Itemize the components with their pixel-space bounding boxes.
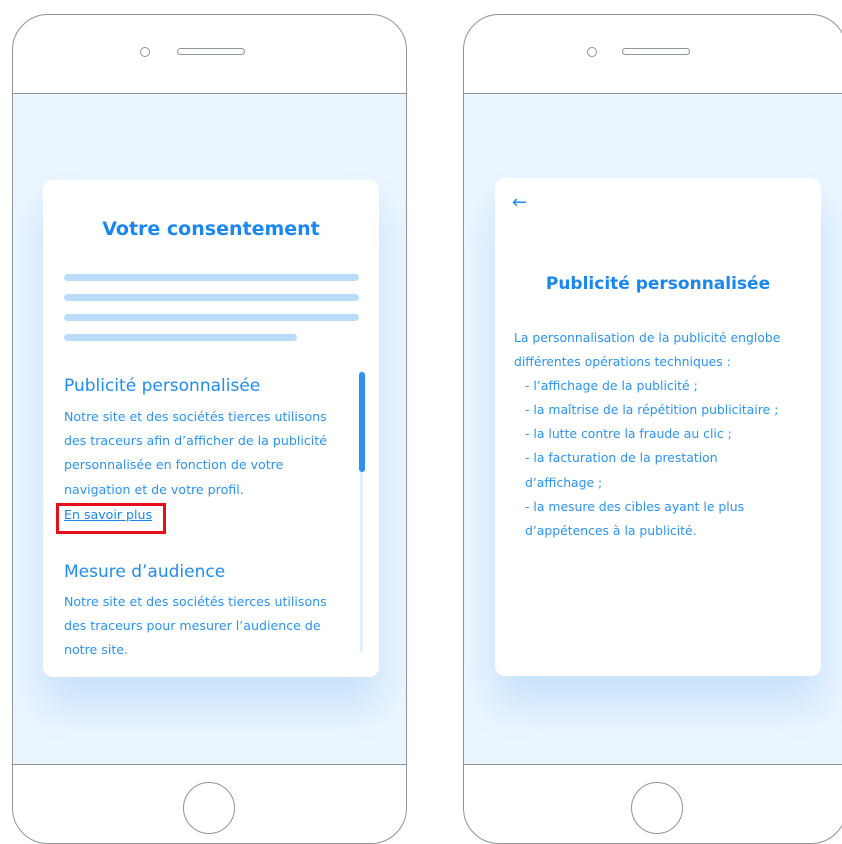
speaker-slot (622, 48, 690, 55)
detail-intro: La personnalisation de la publicité engl… (514, 330, 781, 370)
highlight-box (56, 503, 166, 534)
section-text-audience: Notre site et des sociétés tierces utili… (64, 594, 327, 658)
detail-item: - la lutte contre la fraude au clic ; (525, 426, 732, 442)
placeholder-line (64, 334, 297, 341)
detail-card: ← Publicité personnalisée La personnalis… (495, 178, 821, 676)
back-arrow-icon[interactable]: ← (512, 192, 527, 213)
phone-screen: ← Publicité personnalisée La personnalis… (464, 93, 842, 765)
detail-title: Publicité personnalisée (545, 274, 771, 294)
detail-item: - la mesure des cibles ayant le plus d’a… (525, 498, 745, 538)
section-heading-publicite: Publicité personnalisée (64, 376, 261, 396)
scrollbar-thumb[interactable] (359, 372, 365, 472)
home-button[interactable] (183, 782, 235, 834)
placeholder-line (64, 294, 359, 301)
detail-text: La personnalisation de la publicité engl… (514, 326, 814, 543)
section-heading-audience: Mesure d’audience (64, 562, 226, 582)
placeholder-line (64, 314, 359, 321)
camera-icon (587, 47, 597, 57)
phone-screen: Votre consentement Publicité personnalis… (13, 93, 406, 765)
speaker-slot (177, 48, 245, 55)
camera-icon (140, 47, 150, 57)
phone-right: ← Publicité personnalisée La personnalis… (463, 14, 842, 844)
detail-item: - la maîtrise de la répétition publicita… (525, 402, 779, 418)
phone-left: Votre consentement Publicité personnalis… (12, 14, 407, 844)
consent-title: Votre consentement (102, 218, 320, 240)
consent-card: Votre consentement Publicité personnalis… (43, 180, 379, 677)
section-text-publicite: Notre site et des sociétés tierces utili… (64, 409, 327, 497)
home-button[interactable] (631, 782, 683, 834)
detail-item: - l’affichage de la publicité ; (525, 378, 698, 394)
placeholder-line (64, 274, 359, 281)
detail-item: - la facturation de la prestation d’affi… (525, 450, 718, 490)
